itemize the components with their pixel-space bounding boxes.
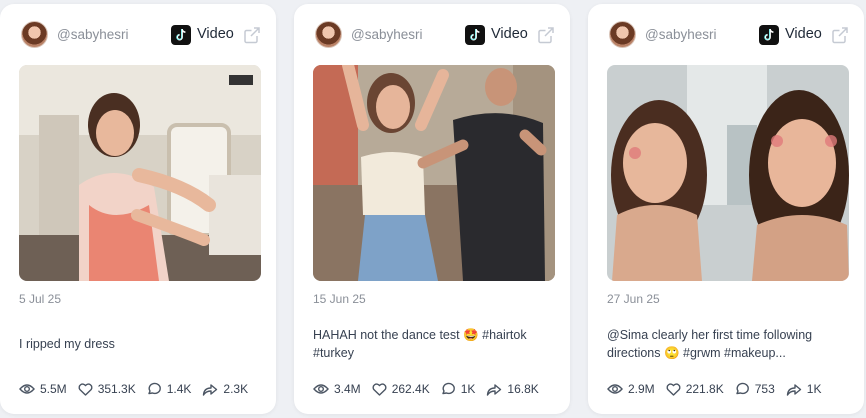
shares-stat: 16.8K	[486, 382, 539, 396]
shares-stat: 1K	[786, 382, 822, 396]
content-type-label: Video	[491, 26, 528, 42]
comment-icon	[442, 382, 455, 395]
comments-count: 1K	[460, 382, 476, 396]
post-caption: @Sima clearly her first time following d…	[607, 328, 813, 360]
account-handle[interactable]: @sabyhesri	[351, 27, 422, 42]
share-icon	[203, 383, 218, 396]
heart-icon	[78, 382, 93, 396]
external-link-icon[interactable]	[536, 25, 556, 45]
likes-count: 262.4K	[391, 382, 430, 396]
heart-icon	[666, 382, 681, 396]
stats-row: 2.9M 221.8K 753 1K	[607, 381, 832, 397]
external-link-icon[interactable]	[242, 25, 262, 45]
tiktok-icon	[759, 25, 779, 45]
post-card[interactable]: @sabyhesri Video	[0, 4, 276, 414]
views-stat: 5.5M	[19, 382, 67, 396]
comment-icon	[736, 382, 749, 395]
views-stat: 3.4M	[313, 382, 361, 396]
views-stat: 2.9M	[607, 382, 655, 396]
comment-icon	[148, 382, 161, 395]
tiktok-icon	[465, 25, 485, 45]
avatar[interactable]	[609, 21, 636, 48]
account-handle[interactable]: @sabyhesri	[57, 27, 128, 42]
content-type-label: Video	[785, 26, 822, 42]
likes-count: 221.8K	[685, 382, 724, 396]
shares-count: 2.3K	[223, 382, 249, 396]
card-header: @sabyhesri Video	[19, 4, 263, 64]
card-header: @sabyhesri Video	[607, 4, 851, 64]
likes-stat: 221.8K	[666, 382, 724, 396]
views-count: 5.5M	[40, 382, 67, 396]
views-count: 2.9M	[628, 382, 655, 396]
likes-stat: 351.3K	[78, 382, 136, 396]
post-date: 5 Jul 25	[19, 292, 62, 306]
comments-stat: 1K	[441, 382, 476, 396]
comments-stat: 753	[735, 382, 775, 396]
video-thumbnail[interactable]	[313, 65, 555, 281]
tiktok-icon	[171, 25, 191, 45]
shares-count: 16.8K	[507, 382, 539, 396]
comments-stat: 1.4K	[147, 382, 192, 396]
post-card[interactable]: @sabyhesri Video	[588, 4, 864, 414]
external-link-icon[interactable]	[830, 25, 850, 45]
eye-icon	[19, 384, 35, 394]
avatar[interactable]	[21, 21, 48, 48]
content-type-label: Video	[197, 26, 234, 42]
video-thumbnail[interactable]	[19, 65, 261, 281]
comments-count: 1.4K	[166, 382, 192, 396]
likes-stat: 262.4K	[372, 382, 430, 396]
post-caption: HAHAH not the dance test 🤩 #hairtok #tur…	[313, 328, 527, 360]
post-date: 15 Jun 25	[313, 292, 366, 306]
shares-count: 1K	[806, 382, 822, 396]
eye-icon	[313, 384, 329, 394]
shares-stat: 2.3K	[202, 382, 248, 396]
card-header: @sabyhesri Video	[313, 4, 557, 64]
views-count: 3.4M	[334, 382, 361, 396]
comments-count: 753	[754, 382, 775, 396]
stats-row: 5.5M 351.3K 1.4K 2.3K	[19, 381, 259, 397]
post-caption: I ripped my dress	[19, 337, 115, 351]
post-card[interactable]: @sabyhesri Video	[294, 4, 570, 414]
eye-icon	[607, 384, 623, 394]
heart-icon	[372, 382, 387, 396]
stats-row: 3.4M 262.4K 1K 16.8K	[313, 381, 550, 397]
share-icon	[487, 383, 502, 396]
account-handle[interactable]: @sabyhesri	[645, 27, 716, 42]
avatar[interactable]	[315, 21, 342, 48]
share-icon	[786, 383, 801, 396]
likes-count: 351.3K	[97, 382, 136, 396]
video-thumbnail[interactable]	[607, 65, 849, 281]
post-date: 27 Jun 25	[607, 292, 660, 306]
